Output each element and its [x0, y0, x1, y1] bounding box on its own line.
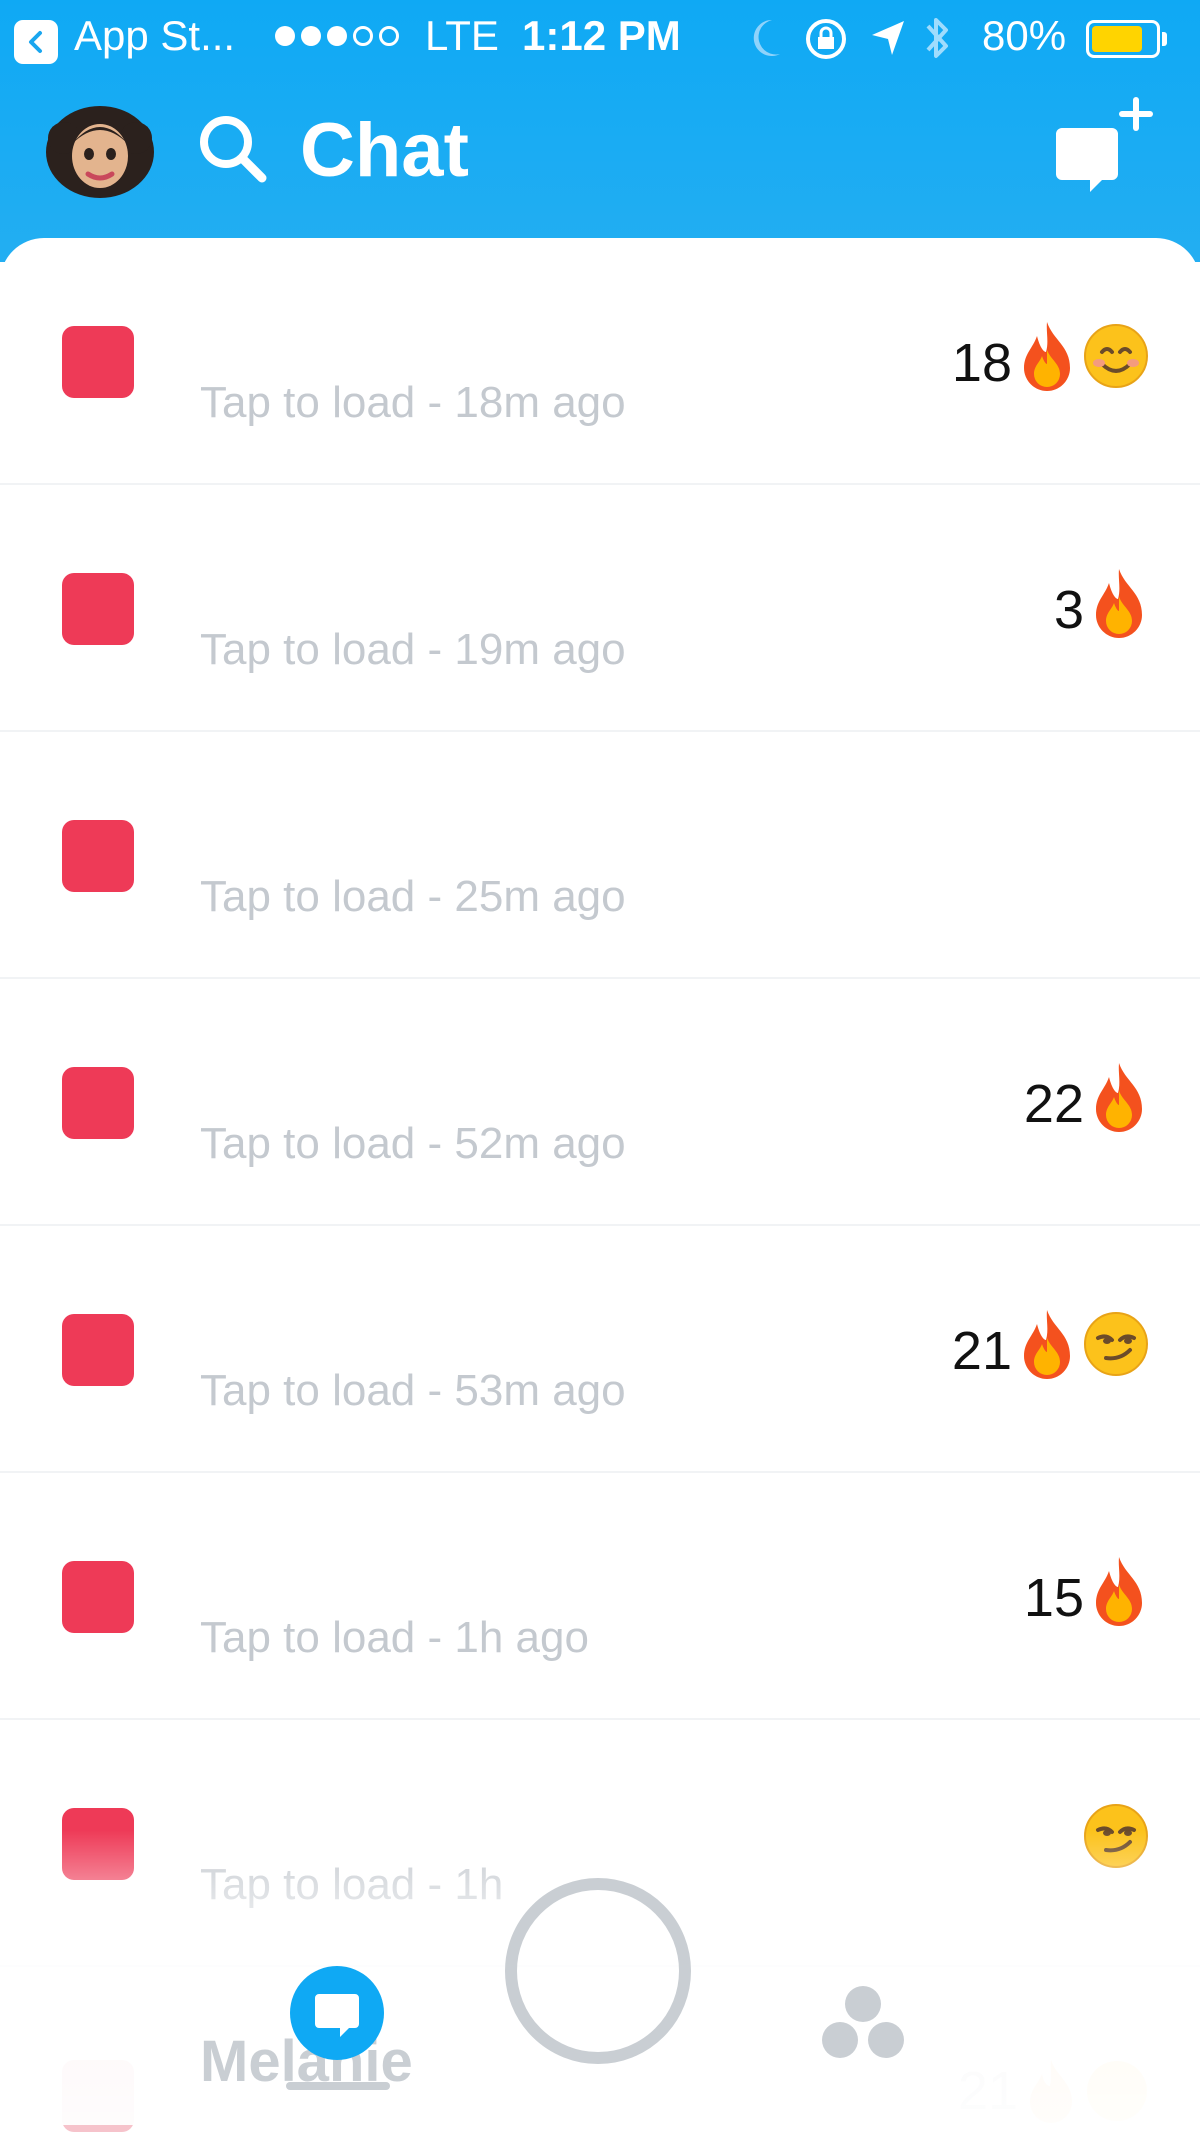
streak-count: 21 [951, 1320, 1012, 1381]
streak-badge: 18 [952, 320, 1150, 405]
network-type: LTE [425, 12, 499, 59]
streak-count: 15 [1023, 1567, 1084, 1628]
back-app-label[interactable]: App St... [74, 12, 235, 60]
fire-icon [1088, 1555, 1150, 1640]
moon-icon [753, 19, 780, 56]
chat-row[interactable]: Tap to load - 25m ago [0, 732, 1200, 979]
streak-badge: 21 [952, 1308, 1150, 1393]
chat-status-text: Tap to load - 1h ago [200, 1613, 589, 1662]
status-bar: App St... LTE 1:12 PM 80% [0, 0, 1200, 78]
snap-indicator [62, 1314, 134, 1386]
camera-capture-button[interactable] [505, 1878, 691, 2064]
battery-percentage: 80% [982, 12, 1067, 59]
fire-icon [1088, 1061, 1150, 1146]
chat-row[interactable]: Tap to load - 52m ago 22 [0, 979, 1200, 1226]
fire-icon [1016, 320, 1078, 405]
search-icon[interactable] [196, 112, 270, 186]
streak-badge: 15 [1024, 1555, 1150, 1640]
bluetooth-icon [926, 18, 948, 58]
streak-count: 3 [1053, 579, 1084, 640]
streak-count: 18 [951, 332, 1012, 393]
streak-count: 22 [1023, 1073, 1084, 1134]
location-arrow-icon [872, 21, 904, 55]
status-time: 1:12 PM [522, 12, 681, 59]
smirking-face-icon [1082, 1310, 1150, 1391]
bitmoji-avatar[interactable] [44, 100, 156, 200]
streak-badge: 3 [1054, 567, 1150, 652]
new-chat-icon[interactable] [1052, 96, 1158, 196]
chat-tab-icon[interactable] [290, 1966, 384, 2060]
snap-indicator [62, 1561, 134, 1633]
snap-indicator [62, 326, 134, 398]
chat-status-text: Tap to load - 25m ago [200, 872, 626, 921]
chat-status-text: Tap to load - 18m ago [200, 378, 626, 427]
chat-status-text: Tap to load - 19m ago [200, 625, 626, 674]
chat-status-text: Tap to load - 52m ago [200, 1119, 626, 1168]
active-tab-indicator [286, 2082, 390, 2090]
page-title: Chat [300, 108, 469, 193]
fire-icon [1016, 1308, 1078, 1393]
back-to-app-icon[interactable] [14, 20, 58, 64]
snap-indicator [62, 820, 134, 892]
rotation-lock-icon [806, 19, 846, 59]
chat-status-text: Tap to load - 53m ago [200, 1366, 626, 1415]
snap-indicator [62, 573, 134, 645]
chat-row[interactable]: Tap to load - 19m ago 3 [0, 485, 1200, 732]
chat-row[interactable]: Tap to load - 53m ago 21 [0, 1226, 1200, 1473]
smiling-face-icon [1082, 322, 1150, 403]
cellular-signal-icon [275, 26, 399, 46]
chat-row[interactable]: Tap to load - 18m ago 18 [0, 238, 1200, 485]
chat-row[interactable]: Tap to load - 1h ago 15 [0, 1473, 1200, 1720]
fire-icon [1088, 567, 1150, 652]
battery-icon [1086, 20, 1167, 58]
snap-indicator [62, 1067, 134, 1139]
streak-badge: 22 [1024, 1061, 1150, 1146]
discover-tab-icon[interactable] [820, 1984, 906, 2062]
